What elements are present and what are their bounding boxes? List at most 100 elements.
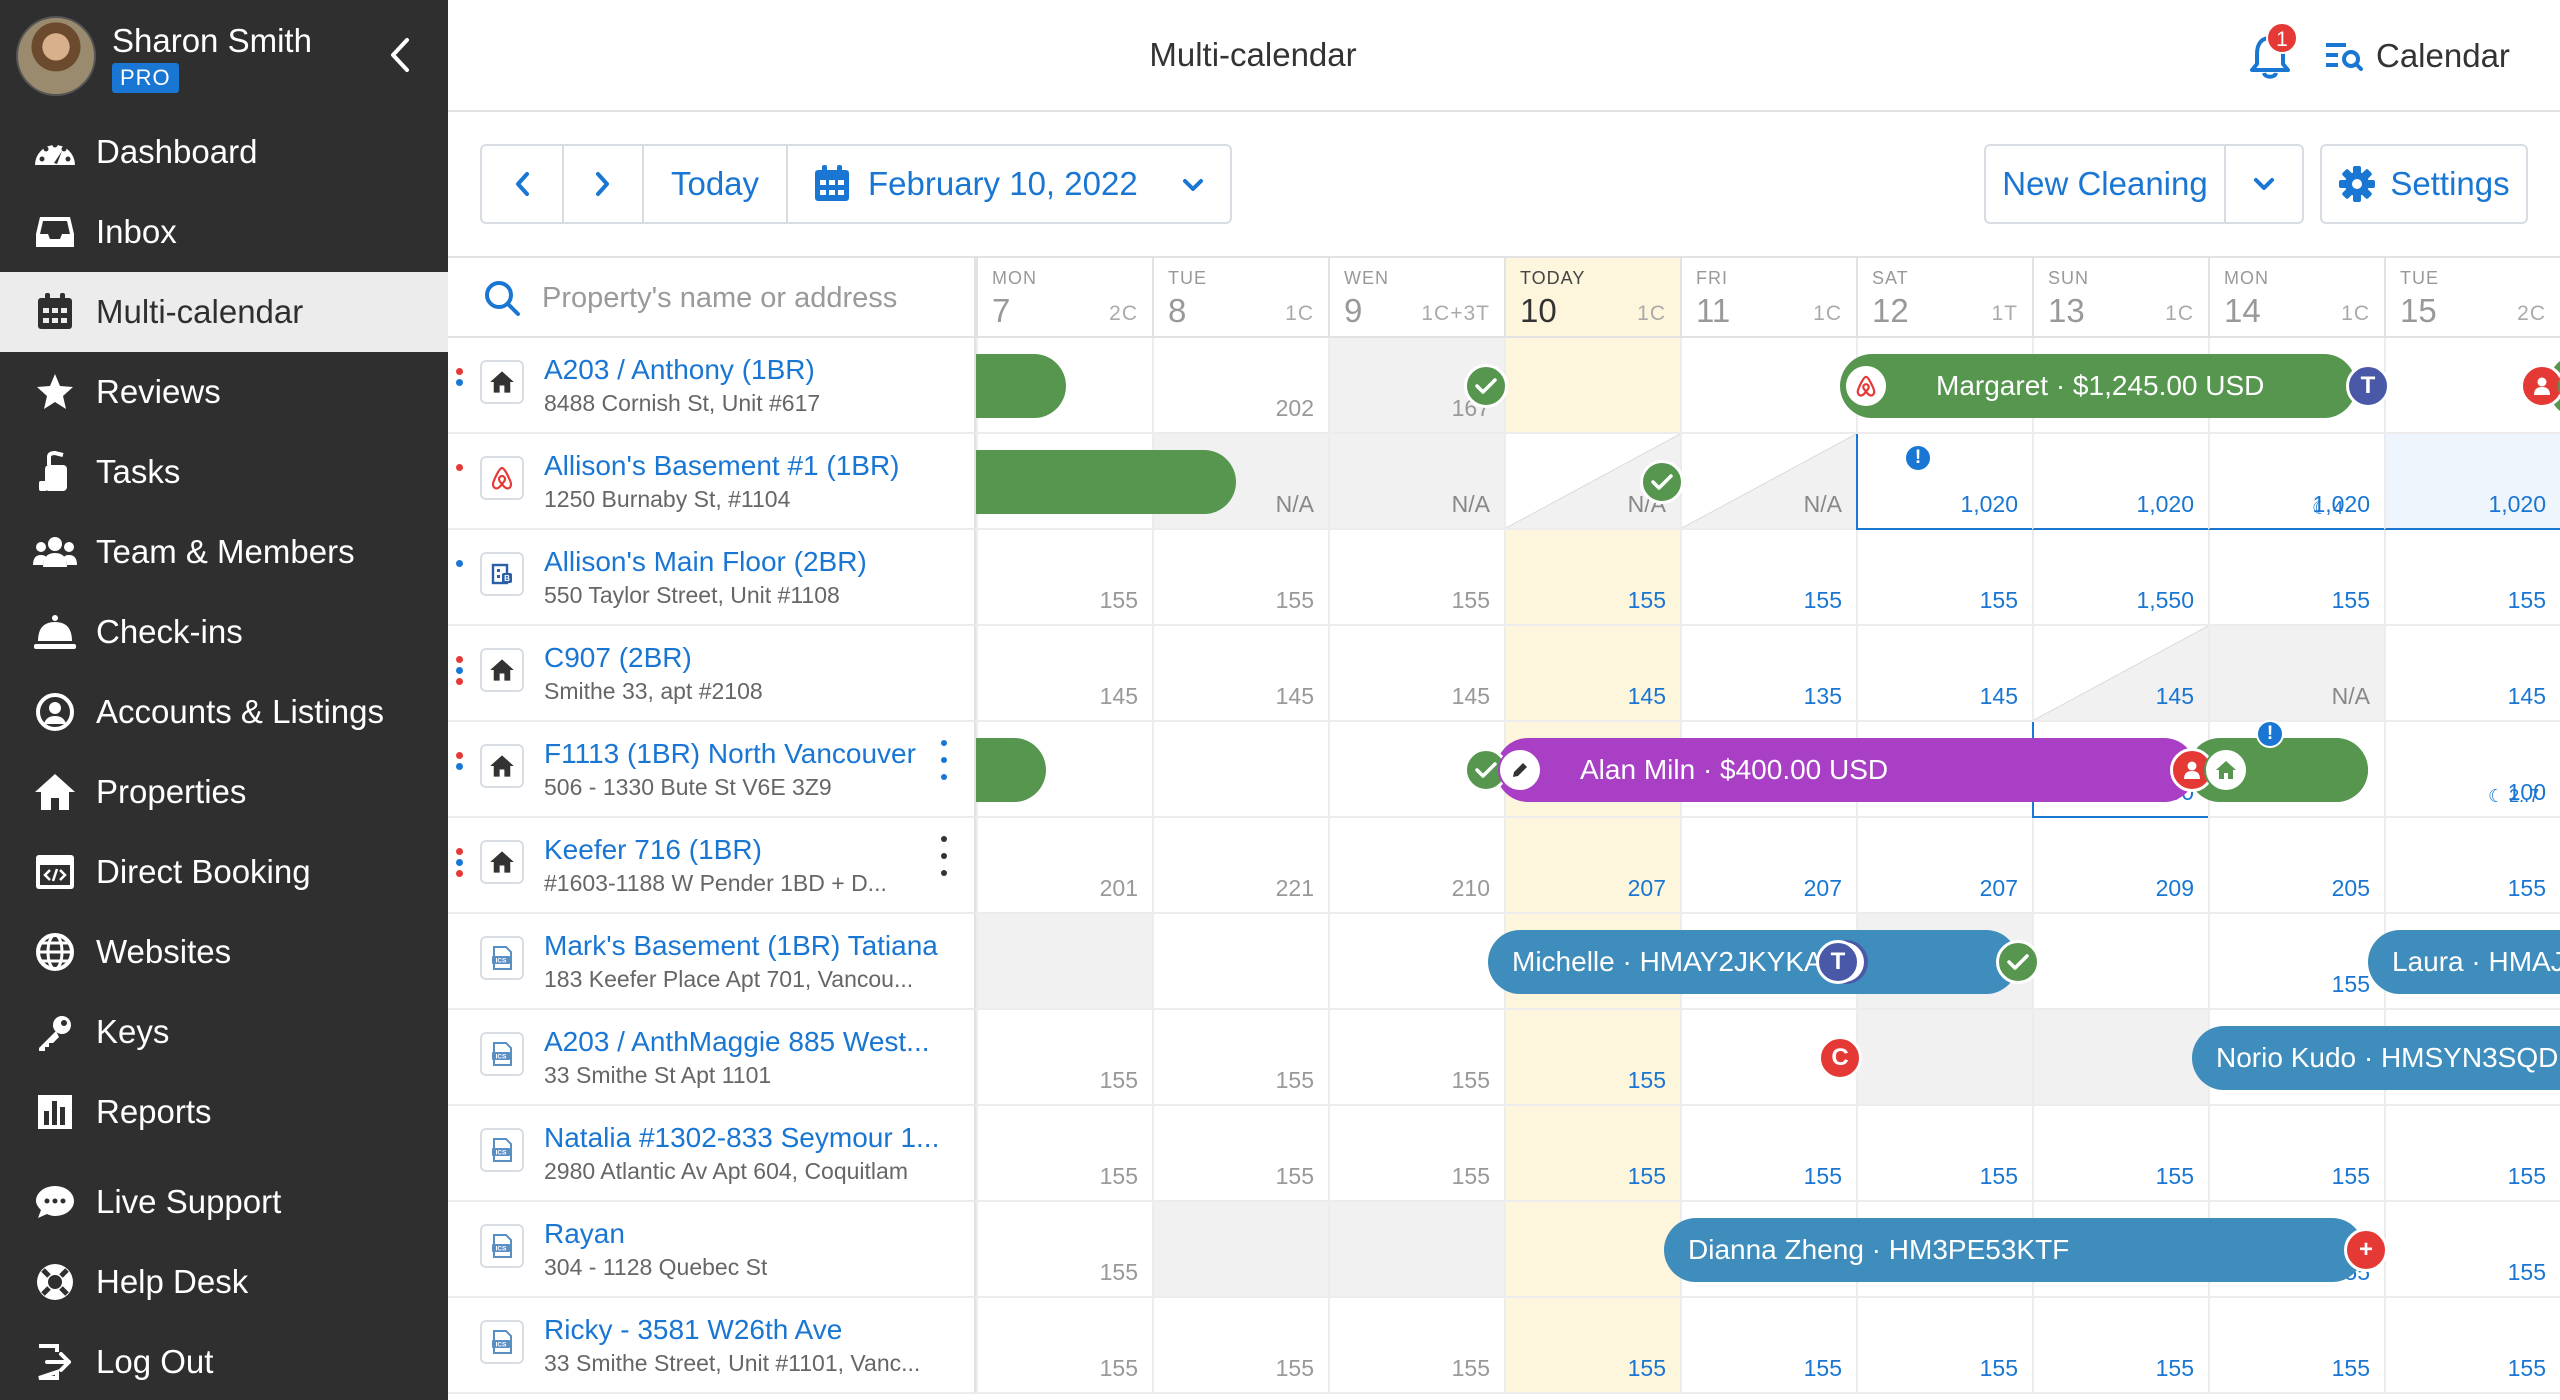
day-header-2[interactable]: WEN 9 1C+3T	[1328, 256, 1504, 338]
today-button[interactable]: Today	[642, 144, 788, 224]
sidebar-item-inbox[interactable]: Inbox	[0, 192, 448, 272]
calendar-cell[interactable]	[1504, 1202, 1680, 1298]
sidebar-item-log-out[interactable]: Log Out	[0, 1322, 448, 1400]
property-name[interactable]: Allison's Basement #1 (1BR)	[544, 450, 900, 482]
calendar-cell[interactable]: 155	[2208, 530, 2384, 626]
day-header-8[interactable]: TUE 15 2C	[2384, 256, 2560, 338]
calendar-cell[interactable]: 155	[976, 1106, 1152, 1202]
calendar-cell[interactable]: 145	[1152, 626, 1328, 722]
calendar-cell[interactable]	[1680, 338, 1856, 434]
sidebar-item-live-support[interactable]: Live Support	[0, 1162, 448, 1242]
calendar-cell[interactable]: 221	[1152, 818, 1328, 914]
reservation-bar[interactable]	[976, 450, 1236, 514]
avatar[interactable]	[16, 16, 96, 96]
calendar-cell[interactable]: 155	[1152, 1298, 1328, 1394]
day-header-4[interactable]: FRI 11 1C	[1680, 256, 1856, 338]
calendar-cell[interactable]: 145	[2384, 626, 2560, 722]
property-row[interactable]: B Allison's Main Floor (2BR) 550 Taylor …	[448, 530, 976, 626]
calendar-cell[interactable]: 155	[2208, 914, 2384, 1010]
reservation-bar[interactable]: Norio Kudo · HMSYN3SQDN	[2192, 1026, 2560, 1090]
calendar-cell[interactable]: 202	[1152, 338, 1328, 434]
sidebar-item-help-desk[interactable]: Help Desk	[0, 1242, 448, 1322]
calendar-cell[interactable]: 155	[1328, 1106, 1504, 1202]
calendar-cell[interactable]: 155	[2384, 818, 2560, 914]
sidebar-item-reports[interactable]: Reports	[0, 1072, 448, 1152]
calendar-cell[interactable]	[1328, 1202, 1504, 1298]
info-badge[interactable]: !	[1904, 444, 1932, 472]
reservation-bar[interactable]: Dianna Zheng · HM3PE53KTF	[1664, 1218, 2364, 1282]
property-row[interactable]: A203 / Anthony (1BR) 8488 Cornish St, Un…	[448, 338, 976, 434]
day-header-3[interactable]: TODAY 10 1C	[1504, 256, 1680, 338]
calendar-cell[interactable]	[1328, 914, 1504, 1010]
day-header-7[interactable]: MON 14 1C	[2208, 256, 2384, 338]
calendar-cell[interactable]: 210	[1328, 818, 1504, 914]
property-row[interactable]: ICS A203 / AnthMaggie 885 West... 33 Smi…	[448, 1010, 976, 1106]
calendar-cell[interactable]: 209	[2032, 818, 2208, 914]
info-badge[interactable]: !	[2256, 720, 2284, 748]
property-name[interactable]: Rayan	[544, 1218, 625, 1250]
calendar-cell[interactable]: 1,020	[2384, 434, 2560, 530]
calendar-view-button[interactable]: Calendar	[2324, 24, 2510, 88]
calendar-cell[interactable]	[1152, 1202, 1328, 1298]
property-row[interactable]: ICS Mark's Basement (1BR) Tatiana 183 Ke…	[448, 914, 976, 1010]
calendar-cell[interactable]: N/A	[1328, 434, 1504, 530]
property-row[interactable]: C907 (2BR) Smithe 33, apt #2108	[448, 626, 976, 722]
calendar-cell[interactable]: 155	[1680, 530, 1856, 626]
sidebar-item-dashboard[interactable]: Dashboard	[0, 112, 448, 192]
calendar-cell[interactable]: 145	[1504, 626, 1680, 722]
property-name[interactable]: C907 (2BR)	[544, 642, 692, 674]
property-name[interactable]: F1113 (1BR) North Vancouver	[544, 738, 916, 770]
calendar-cell[interactable]: 155	[1856, 1106, 2032, 1202]
calendar-cell[interactable]	[2032, 914, 2208, 1010]
calendar-cell[interactable]: 155	[2384, 1202, 2560, 1298]
sidebar-item-team-members[interactable]: Team & Members	[0, 512, 448, 592]
calendar-cell[interactable]: 145	[1328, 626, 1504, 722]
calendar-cell[interactable]: 1,020	[1856, 434, 2032, 530]
sidebar-item-tasks[interactable]: Tasks	[0, 432, 448, 512]
calendar-cell[interactable]: 155	[2384, 530, 2560, 626]
property-row[interactable]: Allison's Basement #1 (1BR) 1250 Burnaby…	[448, 434, 976, 530]
reservation-bar[interactable]	[976, 354, 1066, 418]
property-name[interactable]: A203 / AnthMaggie 885 West...	[544, 1026, 930, 1058]
calendar-cell[interactable]: 155	[1504, 1010, 1680, 1106]
calendar-cell[interactable]: 145	[1856, 626, 2032, 722]
reservation-bar[interactable]: Michelle · HMAY2JKYKA	[1488, 930, 2018, 994]
property-name[interactable]: Allison's Main Floor (2BR)	[544, 546, 867, 578]
calendar-cell[interactable]: 205	[2208, 818, 2384, 914]
sidebar-item-check-ins[interactable]: Check-ins	[0, 592, 448, 672]
calendar-cell[interactable]: 155	[1328, 1010, 1504, 1106]
new-cleaning-button[interactable]: New Cleaning	[1984, 144, 2226, 224]
day-header-6[interactable]: SUN 13 1C	[2032, 256, 2208, 338]
day-header-0[interactable]: MON 7 2C	[976, 256, 1152, 338]
calendar-cell[interactable]: 1,550	[2032, 530, 2208, 626]
calendar-cell[interactable]: 155	[976, 530, 1152, 626]
calendar-cell[interactable]: N/A	[2208, 626, 2384, 722]
next-button[interactable]	[562, 144, 644, 224]
calendar-cell[interactable]: 135	[1680, 626, 1856, 722]
calendar-cell[interactable]: 1,020	[2208, 434, 2384, 530]
calendar-cell[interactable]: 155	[1856, 1298, 2032, 1394]
calendar-cell[interactable]: 207	[1680, 818, 1856, 914]
calendar-cell[interactable]: 145	[2032, 626, 2208, 722]
reservation-bar[interactable]	[976, 738, 1046, 802]
sidebar-item-direct-booking[interactable]: Direct Booking	[0, 832, 448, 912]
sidebar-item-accounts-listings[interactable]: Accounts & Listings	[0, 672, 448, 752]
new-cleaning-dropdown[interactable]	[2224, 144, 2304, 224]
sidebar-item-reviews[interactable]: Reviews	[0, 352, 448, 432]
property-row[interactable]: Keefer 716 (1BR) #1603-1188 W Pender 1BD…	[448, 818, 976, 914]
collapse-sidebar-button[interactable]	[380, 30, 420, 80]
more-options-icon[interactable]	[934, 836, 954, 876]
calendar-cell[interactable]: 155	[1504, 530, 1680, 626]
sidebar-item-websites[interactable]: Websites	[0, 912, 448, 992]
calendar-cell[interactable]: 155	[2208, 1298, 2384, 1394]
prev-button[interactable]	[480, 144, 564, 224]
property-row[interactable]: ICS Ricky - 3581 W26th Ave 33 Smithe Str…	[448, 1298, 976, 1394]
sidebar-item-multi-calendar[interactable]: Multi-calendar	[0, 272, 448, 352]
calendar-cell[interactable]: 155	[1504, 1298, 1680, 1394]
edit-icon[interactable]	[1498, 748, 1542, 792]
settings-button[interactable]: Settings	[2320, 144, 2528, 224]
sidebar-item-properties[interactable]: Properties	[0, 752, 448, 832]
calendar-cell[interactable]: 155	[1856, 530, 2032, 626]
calendar-cell[interactable]: 155	[1328, 530, 1504, 626]
reservation-bar[interactable]: Alan Miln · $400.00 USD	[1496, 738, 2196, 802]
